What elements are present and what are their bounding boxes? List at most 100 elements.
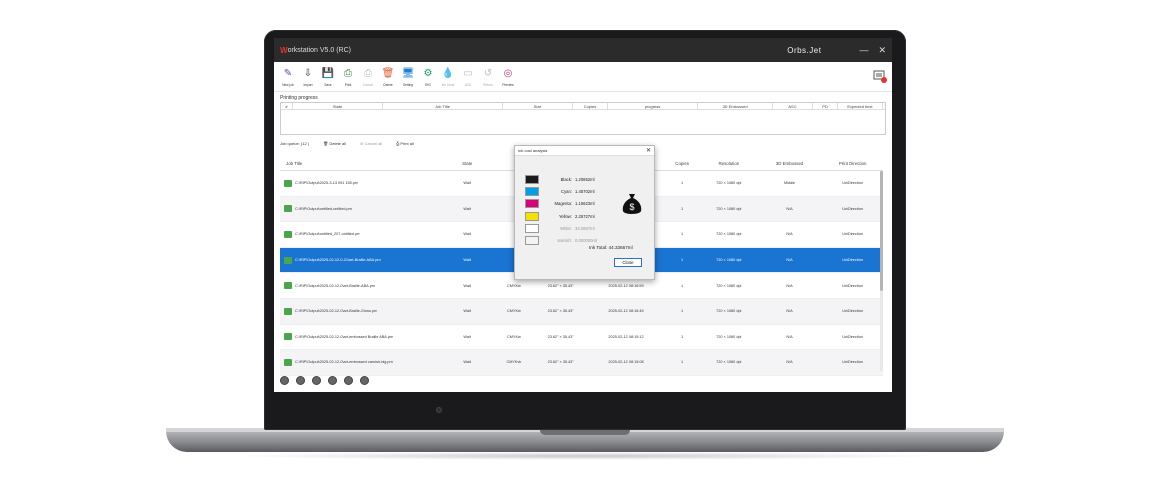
job-res-cell: 720 × 1080 dpi bbox=[716, 283, 742, 288]
job-dir-cell: UniDirection bbox=[842, 181, 863, 186]
toolbar-label: Return bbox=[483, 83, 493, 87]
toolbar-new-job-button[interactable]: ✎ New job bbox=[278, 66, 298, 87]
job-emboss-cell: N/A bbox=[786, 283, 793, 288]
job-column-header[interactable]: Job Title bbox=[280, 161, 439, 166]
print-all-button[interactable]: ⎙ Print all bbox=[396, 141, 414, 146]
job-title-cell: C:\RIP\Output\2025-3-13 091 155.prn bbox=[295, 181, 359, 186]
job-copies-cell: 1 bbox=[681, 232, 684, 237]
job-state-cell: Wait bbox=[463, 206, 471, 211]
job-emboss-cell: N/A bbox=[786, 232, 793, 237]
toolbar-rig-button[interactable]: ⚙ RIG bbox=[418, 66, 438, 87]
save-icon: 💾 bbox=[321, 67, 335, 79]
ink-row: Magenta: 1.15623ml bbox=[525, 198, 597, 210]
job-emboss-cell: N/A bbox=[786, 206, 793, 211]
bottom-tool-5-icon[interactable] bbox=[344, 376, 353, 385]
dialog-close-button[interactable]: Close bbox=[614, 258, 642, 267]
job-res-cell: 720 × 1080 dpi bbox=[716, 258, 742, 263]
ink-cost-dialog: Ink cost analysis ✕ Black: 1.20652ml Cyan:… bbox=[514, 145, 655, 280]
vertical-scrollbar[interactable] bbox=[880, 171, 883, 371]
ink-color-swatch bbox=[525, 186, 539, 196]
ink-name: White: bbox=[560, 225, 572, 231]
bottom-tool-6-icon[interactable] bbox=[360, 376, 369, 385]
toolbar-save-button[interactable]: 💾 Save bbox=[318, 66, 338, 87]
ink-name: Magenta: bbox=[554, 201, 572, 207]
main-toolbar: ✎ New job ⇩ Import 💾 Save ⎙ Print ⎙ Cancel 🗑 Delete… bbox=[274, 62, 892, 92]
webcam bbox=[436, 407, 442, 413]
table-row[interactable]: C:\RIP\Output\2025-02-12-0\art-embossed … bbox=[280, 350, 883, 376]
toolbar-return-button[interactable]: ↺ Return bbox=[478, 66, 498, 87]
job-res-cell: 720 × 1080 dpi bbox=[716, 334, 742, 339]
toolbar-print-button[interactable]: ⎙ Print bbox=[338, 66, 358, 87]
job-title-wrapper: C:\RIP\Output\untitled_207-untitled.prn bbox=[280, 230, 439, 238]
table-row[interactable]: C:\RIP\Output\2025-02-12-0\art-Braille-G… bbox=[280, 298, 883, 325]
job-column-header[interactable]: Print Direction bbox=[822, 161, 883, 166]
job-column-header[interactable]: Copies bbox=[663, 161, 700, 166]
brand-logo: Orbs.Jet bbox=[787, 45, 822, 55]
laptop-frame: W orkstation V5.0 (RC) Orbs.Jet — ✕ ✎ New… bbox=[0, 0, 1170, 490]
bottom-toolbar bbox=[280, 376, 369, 385]
cancel-all-button[interactable]: ⊘ Cancel all bbox=[360, 141, 382, 146]
dialog-close-icon[interactable]: ✕ bbox=[646, 147, 651, 154]
job-column-header[interactable]: State bbox=[439, 161, 495, 166]
toolbar-setting-button[interactable]: 🖥 Setting bbox=[398, 66, 418, 87]
ink-value: 0.000000ml bbox=[575, 238, 597, 244]
job-dir-cell: UniDirection bbox=[842, 360, 863, 365]
bottom-tool-3-icon[interactable] bbox=[312, 376, 321, 385]
ink-level-icon: 💧 bbox=[441, 67, 455, 79]
job-dir-cell: UniDirection bbox=[842, 258, 863, 263]
toolbar-import-button[interactable]: ⇩ Import bbox=[298, 66, 318, 87]
ink-name: Black: bbox=[560, 176, 572, 182]
ink-color-swatch bbox=[525, 199, 539, 209]
job-column-header[interactable]: Resolution bbox=[701, 161, 757, 166]
job-title-cell: C:\RIP\Output\untitled_207-untitled.prn bbox=[295, 232, 361, 237]
toolbar-label: Cancel bbox=[363, 83, 373, 87]
job-copies-cell: 1 bbox=[681, 258, 684, 263]
job-column-header[interactable]: 3D Embossed bbox=[757, 161, 822, 166]
job-copies-cell: 1 bbox=[681, 181, 684, 186]
file-icon bbox=[284, 282, 292, 290]
delete-all-button[interactable]: 🗑 Delete all bbox=[323, 141, 346, 146]
job-res-cell: 720 × 1080 dpi bbox=[716, 232, 742, 237]
preview-icon: ◎ bbox=[503, 67, 513, 79]
file-icon bbox=[284, 256, 292, 264]
job-ink-cell: CMYKw bbox=[507, 334, 521, 339]
toolbar-cancel-print-button[interactable]: ⎙ Cancel bbox=[358, 66, 378, 87]
job-state-cell: Wait bbox=[463, 283, 471, 288]
minimize-button[interactable]: — bbox=[859, 45, 868, 55]
job-title-wrapper: C:\RIP\Output\2025-02-12-0\art-embossed … bbox=[280, 333, 439, 341]
toolbar-delete-button[interactable]: 🗑 Delete bbox=[378, 66, 398, 87]
bottom-tool-4-icon[interactable] bbox=[328, 376, 337, 385]
scrollbar-thumb[interactable] bbox=[880, 171, 883, 291]
progress-column-header: Size bbox=[503, 103, 573, 109]
table-row[interactable]: C:\RIP\Output\2025-02-12-0\art-embossed … bbox=[280, 325, 883, 351]
job-title-cell: C:\RIP\Output\untitled-untitled.prn bbox=[295, 206, 352, 211]
toolbar-ink-level-button[interactable]: 💧 Ink Level bbox=[438, 66, 458, 87]
job-copies-cell: 1 bbox=[681, 206, 684, 211]
job-res-cell: 720 × 1080 dpi bbox=[716, 206, 742, 211]
job-state-cell: Wait bbox=[463, 334, 471, 339]
toolbar-ace-button[interactable]: ▭ ACE bbox=[458, 66, 478, 87]
job-state-cell: Wait bbox=[463, 258, 471, 263]
job-emboss-cell: N/A bbox=[786, 309, 793, 314]
job-title-wrapper: C:\RIP\Output\2025-02-12-0\art-Braille-G… bbox=[280, 307, 439, 315]
toolbar-label: Setting bbox=[403, 83, 413, 87]
toolbar-preview-button[interactable]: ◎ Preview bbox=[498, 66, 518, 87]
ace-icon: ▭ bbox=[463, 67, 473, 79]
job-ink-cell: CMYKw bbox=[507, 309, 521, 314]
job-dir-cell: UniDirection bbox=[842, 309, 863, 314]
close-window-button[interactable]: ✕ bbox=[878, 45, 886, 56]
ink-row: Yellow: 2.25727ml bbox=[525, 210, 597, 222]
toolbar-label: ACE bbox=[464, 83, 472, 87]
job-time-cell: 2025-02-12 08:16:59 bbox=[608, 283, 644, 288]
window-title: orkstation V5.0 (RC) bbox=[287, 46, 351, 54]
toolbar-label: New job bbox=[282, 83, 294, 87]
dialog-title-bar: Ink cost analysis ✕ bbox=[515, 146, 654, 156]
bottom-tool-2-icon[interactable] bbox=[296, 376, 305, 385]
job-copies-cell: 1 bbox=[681, 283, 684, 288]
file-icon bbox=[284, 358, 292, 366]
job-emboss-cell: Middle bbox=[783, 181, 796, 186]
bottom-tool-1-icon[interactable] bbox=[280, 376, 289, 385]
printer-status-icon[interactable] bbox=[872, 68, 888, 84]
toolbar-label: Import bbox=[303, 83, 313, 87]
job-copies-cell: 1 bbox=[681, 360, 684, 365]
